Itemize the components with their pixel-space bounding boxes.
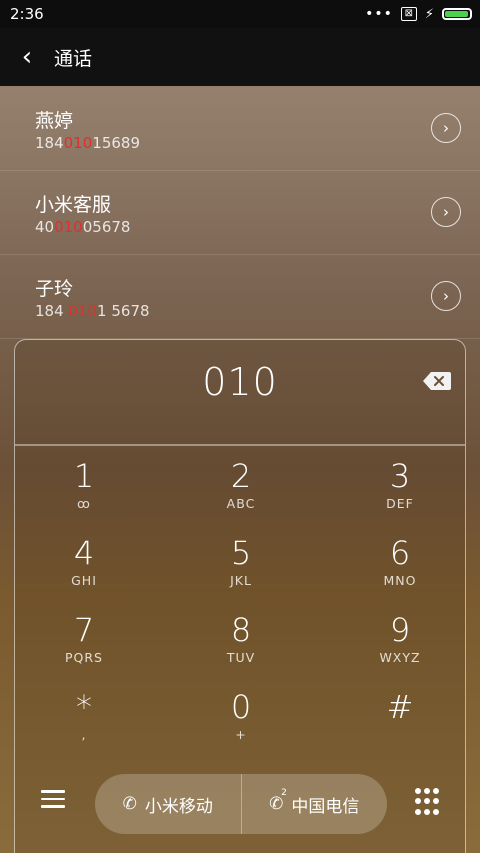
number-prefix: 184 xyxy=(35,134,64,152)
contact-name: 子玲 xyxy=(35,278,74,300)
call-sim1-button[interactable]: ✆ 小米移动 xyxy=(95,774,241,834)
key-letters: ABC xyxy=(226,496,256,511)
phone-icon: ✆ xyxy=(122,794,137,814)
status-bar: 2:36 ••• ⊠ ⚡ xyxy=(0,0,480,28)
key-hash[interactable]: # xyxy=(330,689,470,759)
contact-detail-button[interactable]: › xyxy=(431,281,461,311)
chevron-right-icon: › xyxy=(443,203,449,221)
number-suffix: 15689 xyxy=(92,134,140,152)
key-digit: # xyxy=(386,688,414,726)
sim2-label: 中国电信 xyxy=(291,796,360,817)
contact-number: 184 0101 5678 xyxy=(35,302,150,320)
key-1[interactable]: 1ꝏ xyxy=(14,458,154,528)
dialed-number: 010 xyxy=(202,360,278,404)
key-digit: 7 xyxy=(73,611,95,649)
key-letters: DEF xyxy=(386,496,414,511)
sim-call-buttons: ✆ 小米移动 ✆ 2 中国电信 xyxy=(95,774,387,834)
key-digit: 5 xyxy=(230,534,252,572)
page-title: 通话 xyxy=(54,47,93,70)
backspace-icon[interactable] xyxy=(423,372,451,390)
number-match: 010 xyxy=(54,218,83,236)
key-letters: PQRS xyxy=(65,650,103,665)
key-letters: GHI xyxy=(71,573,97,588)
number-match: 010 xyxy=(63,134,93,152)
contact-row[interactable]: 子玲 184 0101 5678 › xyxy=(0,254,480,339)
number-suffix: 05678 xyxy=(82,218,131,236)
number-prefix: 40 xyxy=(35,218,55,236)
key-letters: + xyxy=(235,727,247,742)
voicemail-icon: ꝏ xyxy=(77,496,91,511)
key-digit: * xyxy=(76,688,92,726)
key-digit: 4 xyxy=(73,534,95,572)
contact-detail-button[interactable]: › xyxy=(431,197,461,227)
back-arrow-icon: ‹ xyxy=(21,42,33,72)
key-0[interactable]: 0 + xyxy=(171,689,311,759)
more-notifications-icon: ••• xyxy=(365,6,393,22)
key-letters: MNO xyxy=(383,573,417,588)
key-6[interactable]: 6 MNO xyxy=(330,535,470,605)
key-digit: 0 xyxy=(230,688,252,726)
contact-detail-button[interactable]: › xyxy=(431,113,461,143)
keypad-toggle-icon[interactable] xyxy=(415,788,439,816)
key-digit: 8 xyxy=(230,611,252,649)
key-4[interactable]: 4 GHI xyxy=(14,535,154,605)
contact-name: 小米客服 xyxy=(35,194,112,216)
key-8[interactable]: 8 TUV xyxy=(171,612,311,682)
phone-sim2-icon: ✆ 2 xyxy=(269,788,287,814)
key-digit: 1 xyxy=(73,457,95,495)
dialpad-divider xyxy=(15,444,465,446)
battery-icon xyxy=(442,8,472,20)
key-digit: 3 xyxy=(389,457,411,495)
back-button[interactable]: ‹ xyxy=(0,28,54,86)
call-sim2-button[interactable]: ✆ 2 中国电信 xyxy=(240,774,388,834)
charging-icon: ⚡ xyxy=(424,6,434,22)
chevron-right-icon: › xyxy=(443,287,449,305)
contact-row[interactable]: 燕婷 18401015689 › xyxy=(0,86,480,171)
number-suffix: 1 5678 xyxy=(97,302,150,320)
status-time: 2:36 xyxy=(10,5,44,23)
chevron-right-icon: › xyxy=(443,119,449,137)
key-digit: 9 xyxy=(389,611,411,649)
dialpad-panel: 010 1ꝏ 2 ABC 3 DEF 4 GHI 5 JKL 6 MNO 7 PQRS 8T… xyxy=(14,339,466,853)
key-7[interactable]: 7 PQRS xyxy=(14,612,154,682)
key-letters: TUV xyxy=(226,650,256,665)
menu-icon[interactable] xyxy=(41,790,65,813)
key-star[interactable]: *, xyxy=(14,689,154,759)
number-match: 010 xyxy=(68,302,98,320)
sim2-marker: 2 xyxy=(281,788,287,798)
key-2[interactable]: 2 ABC xyxy=(171,458,311,528)
contact-number: 4001005678 xyxy=(35,218,130,236)
key-9[interactable]: 9 WXYZ xyxy=(330,612,470,682)
key-letters: WXYZ xyxy=(379,650,421,665)
key-5[interactable]: 5 JKL xyxy=(171,535,311,605)
contact-number: 18401015689 xyxy=(35,134,140,152)
battery-level xyxy=(445,11,468,17)
key-3[interactable]: 3 DEF xyxy=(330,458,470,528)
key-letters: JKL xyxy=(230,573,252,588)
contact-row[interactable]: 小米客服 4001005678 › xyxy=(0,170,480,255)
contact-name: 燕婷 xyxy=(35,110,74,132)
app-header: ‹ 通话 xyxy=(0,28,480,86)
key-letters: , xyxy=(81,727,87,742)
status-icons: ••• ⊠ ⚡ xyxy=(365,6,472,22)
key-digit: 2 xyxy=(230,457,252,495)
no-sim-icon: ⊠ xyxy=(400,7,417,21)
number-prefix: 184 xyxy=(35,302,69,320)
sim1-label: 小米移动 xyxy=(144,796,213,817)
call-action-bar: ✆ 小米移动 ✆ 2 中国电信 xyxy=(15,774,465,840)
key-digit: 6 xyxy=(389,534,411,572)
